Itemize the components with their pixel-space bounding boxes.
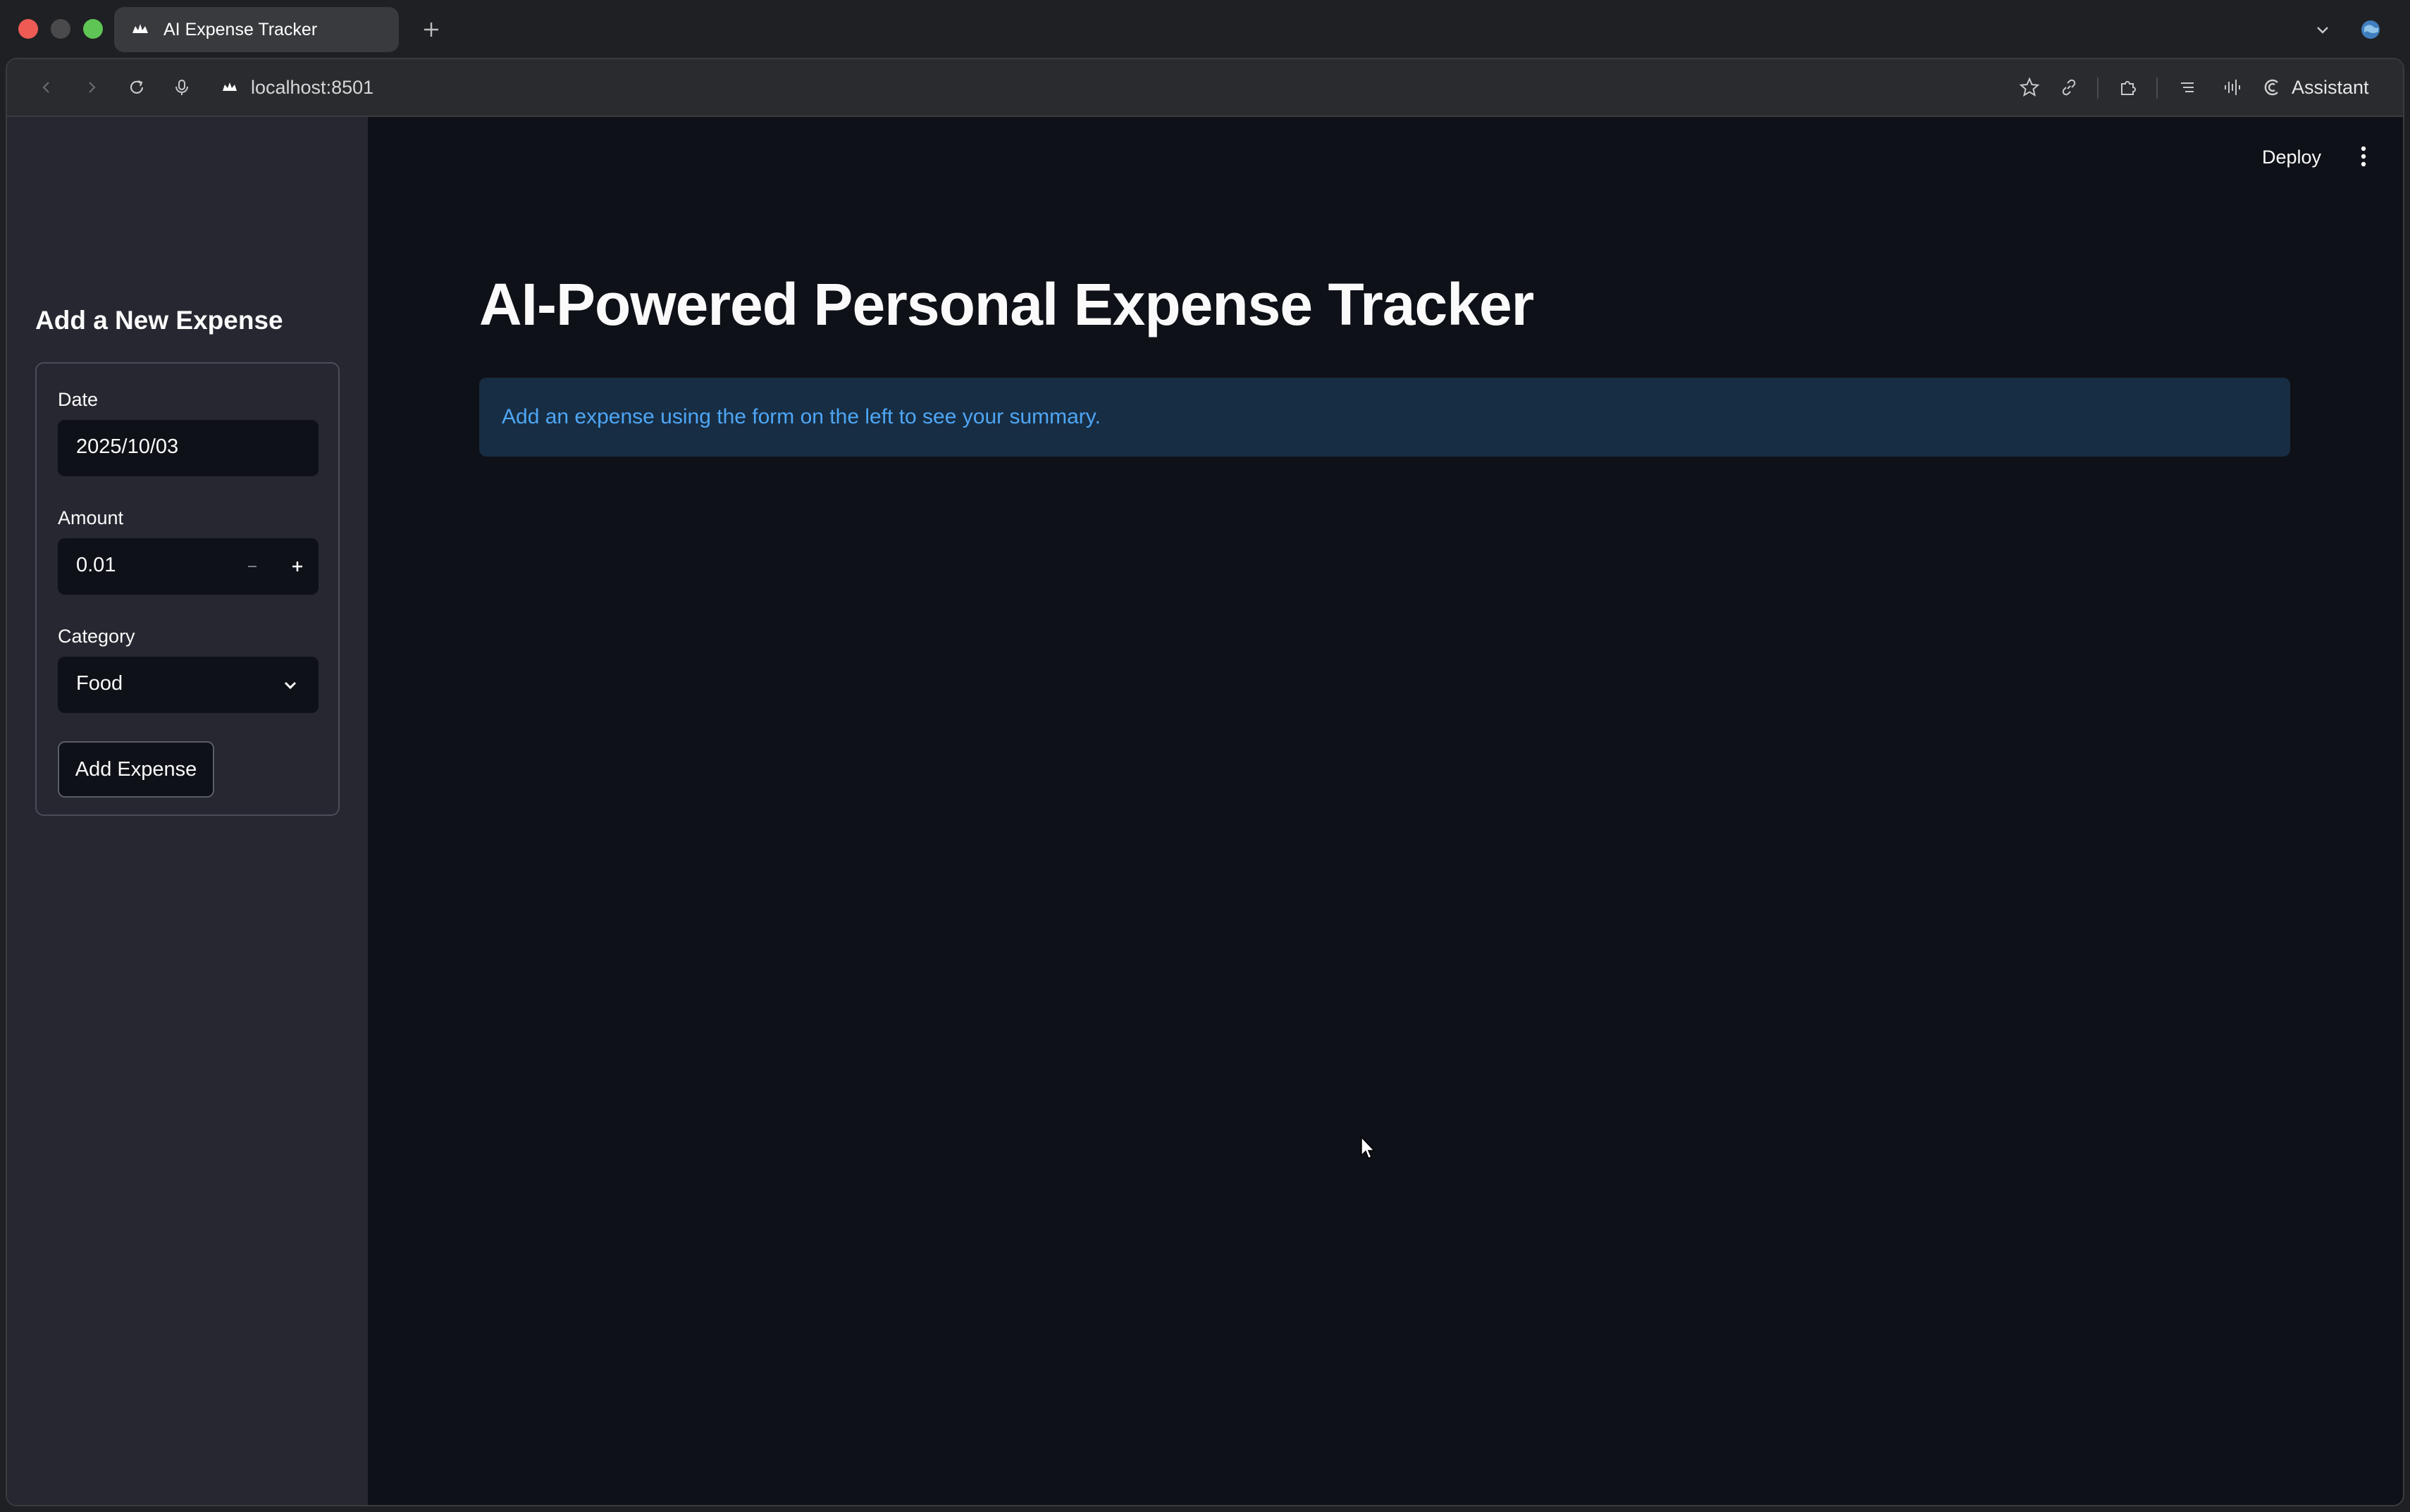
sidebar: Add a New Expense Date 2025/10/03 Amount… bbox=[7, 117, 368, 1505]
back-button[interactable] bbox=[32, 73, 61, 101]
chevron-down-icon bbox=[2317, 27, 2328, 34]
copy-link-button[interactable] bbox=[2055, 73, 2083, 101]
puzzle-icon bbox=[2121, 81, 2136, 95]
kebab-menu-icon bbox=[2361, 146, 2366, 167]
extensions-button[interactable] bbox=[2114, 73, 2142, 101]
add-expense-button[interactable]: Add Expense bbox=[58, 741, 214, 798]
date-label: Date bbox=[58, 389, 99, 410]
window-close-button[interactable] bbox=[18, 19, 38, 39]
deploy-button[interactable]: Deploy bbox=[2262, 147, 2321, 168]
window-maximize-button[interactable] bbox=[83, 19, 103, 39]
waveform-icon bbox=[2225, 80, 2240, 95]
reload-icon bbox=[130, 80, 144, 94]
arrow-left-icon bbox=[42, 82, 49, 93]
amount-decrement-button[interactable] bbox=[238, 552, 266, 581]
mouse-cursor-icon bbox=[1361, 1136, 1376, 1160]
sidebar-heading: Add a New Expense bbox=[35, 306, 283, 335]
main-content: Deploy AI-Powered Personal Expense Track… bbox=[368, 117, 2403, 1505]
info-alert: Add an expense using the form on the lef… bbox=[479, 378, 2290, 457]
assistant-button[interactable]: Assistant bbox=[2262, 72, 2369, 103]
address-bar-url[interactable]: localhost:8501 bbox=[251, 75, 373, 100]
new-tab-button[interactable] bbox=[416, 14, 447, 45]
arrow-right-icon bbox=[89, 82, 96, 93]
assistant-label: Assistant bbox=[2292, 76, 2369, 98]
category-label: Category bbox=[58, 626, 135, 647]
plus-icon bbox=[292, 562, 302, 571]
minus-icon bbox=[248, 566, 257, 567]
amount-input[interactable]: 0.01 bbox=[58, 538, 319, 595]
reload-button[interactable] bbox=[123, 73, 151, 101]
category-select[interactable]: Food bbox=[58, 657, 319, 713]
profile-button[interactable] bbox=[2355, 14, 2386, 45]
site-info-button[interactable] bbox=[216, 73, 244, 101]
audio-button[interactable] bbox=[2218, 73, 2247, 101]
star-icon bbox=[2019, 77, 2040, 97]
info-alert-text: Add an expense using the form on the lef… bbox=[502, 405, 1101, 428]
plus-icon bbox=[424, 23, 438, 37]
date-input[interactable]: 2025/10/03 bbox=[58, 420, 319, 476]
assistant-icon bbox=[2264, 79, 2278, 96]
microphone-icon bbox=[175, 80, 188, 95]
tab-list-button[interactable] bbox=[2309, 16, 2337, 44]
reading-list-button[interactable] bbox=[2173, 73, 2201, 101]
browser-tab-active[interactable]: AI Expense Tracker bbox=[114, 7, 399, 52]
amount-label: Amount bbox=[58, 507, 124, 528]
tab-title: AI Expense Tracker bbox=[163, 19, 318, 39]
browser-titlebar: AI Expense Tracker bbox=[0, 0, 2410, 58]
amount-value: 0.01 bbox=[76, 554, 116, 576]
chevron-down-icon bbox=[279, 674, 302, 696]
expense-form: Date 2025/10/03 Amount 0.01 Category Foo… bbox=[35, 362, 340, 816]
voice-search-button[interactable] bbox=[168, 73, 196, 101]
forward-button[interactable] bbox=[78, 73, 106, 101]
page-title: AI-Powered Personal Expense Tracker bbox=[479, 271, 1534, 337]
bookmark-button[interactable] bbox=[2015, 73, 2044, 101]
date-value: 2025/10/03 bbox=[76, 435, 179, 458]
streamlit-crown-icon bbox=[132, 24, 148, 33]
list-icon bbox=[2181, 82, 2194, 92]
streamlit-crown-icon bbox=[223, 82, 237, 91]
main-menu-button[interactable] bbox=[2351, 142, 2376, 171]
globe-avatar-icon bbox=[2361, 20, 2380, 39]
browser-toolbar: localhost:8501 Assistant bbox=[7, 59, 2403, 117]
category-value: Food bbox=[76, 672, 123, 695]
amount-increment-button[interactable] bbox=[283, 552, 311, 581]
browser-window: localhost:8501 Assistant Add a New Expen… bbox=[6, 58, 2404, 1506]
link-icon bbox=[2062, 79, 2076, 96]
window-minimize-button[interactable] bbox=[51, 19, 70, 39]
